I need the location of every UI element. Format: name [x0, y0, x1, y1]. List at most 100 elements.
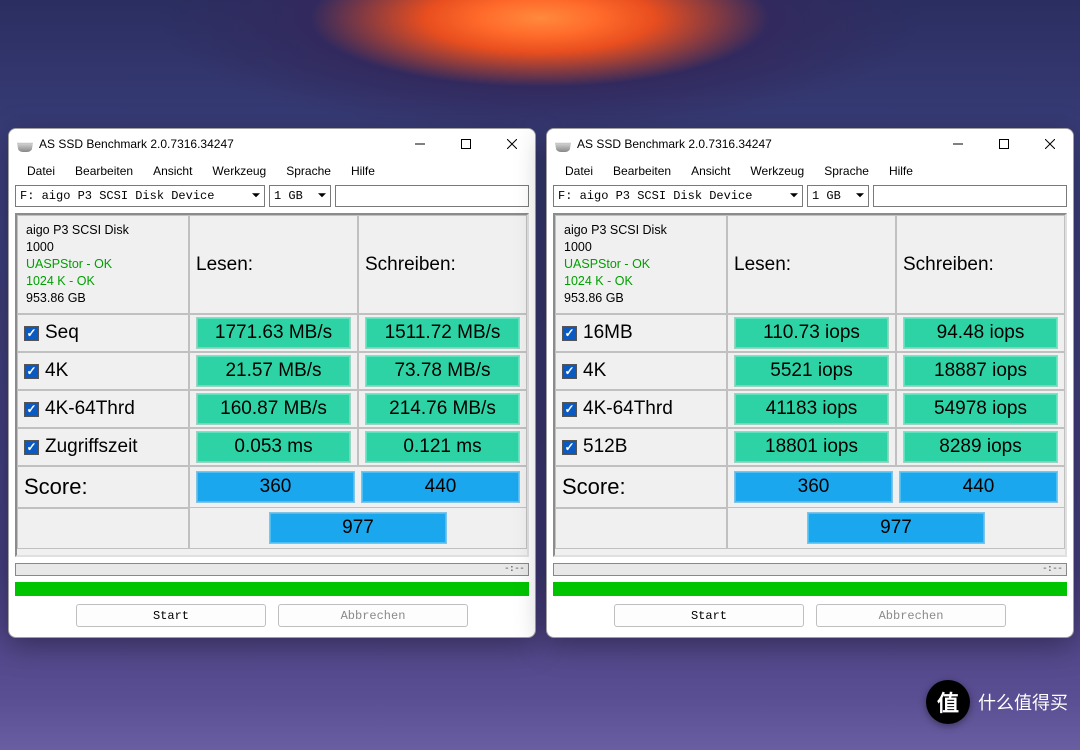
row-name: 4K-64Thrd: [45, 398, 135, 420]
write-value: 94.48 iops: [903, 317, 1058, 349]
row-checkbox[interactable]: [24, 402, 39, 417]
toolbar: F: aigo P3 SCSI Disk Device 1 GB: [547, 183, 1073, 213]
titlebar[interactable]: AS SSD Benchmark 2.0.7316.34247: [547, 129, 1073, 159]
col-write-header: Schreiben:: [358, 215, 527, 314]
size-select[interactable]: 1 GB: [269, 185, 331, 207]
extra-input[interactable]: [335, 185, 529, 207]
row-checkbox[interactable]: [562, 364, 577, 379]
read-value: 5521 iops: [734, 355, 889, 387]
read-value: 18801 iops: [734, 431, 889, 463]
menu-sprache[interactable]: Sprache: [276, 161, 341, 181]
drive-model: aigo P3 SCSI Disk: [26, 222, 129, 239]
results-panel: aigo P3 SCSI Disk 1000 UASPStor - OK 102…: [15, 213, 529, 557]
read-value: 21.57 MB/s: [196, 355, 351, 387]
score-read: 360: [196, 471, 355, 503]
drive-capacity: 953.86 GB: [26, 290, 86, 307]
menu-werkzeug[interactable]: Werkzeug: [202, 161, 276, 181]
menu-ansicht[interactable]: Ansicht: [143, 161, 202, 181]
score-pair: 360 440: [727, 466, 1065, 508]
score-read: 360: [734, 471, 893, 503]
results-panel: aigo P3 SCSI Disk 1000 UASPStor - OK 102…: [553, 213, 1067, 557]
row-label[interactable]: 16MB: [555, 314, 727, 352]
row-checkbox[interactable]: [24, 326, 39, 341]
row-checkbox[interactable]: [24, 440, 39, 455]
menu-bearbeiten[interactable]: Bearbeiten: [603, 161, 681, 181]
row-checkbox[interactable]: [562, 326, 577, 341]
drive-driver: UASPStor - OK: [564, 256, 650, 273]
score-total-cell: 977: [189, 508, 527, 549]
col-read-header: Lesen:: [727, 215, 896, 314]
drive-info: aigo P3 SCSI Disk 1000 UASPStor - OK 102…: [555, 215, 727, 314]
read-value: 110.73 iops: [734, 317, 889, 349]
menubar: DateiBearbeitenAnsichtWerkzeugSpracheHil…: [547, 159, 1073, 183]
row-label[interactable]: 512B: [555, 428, 727, 466]
menu-werkzeug[interactable]: Werkzeug: [740, 161, 814, 181]
write-value: 0.121 ms: [365, 431, 520, 463]
row-label[interactable]: 4K: [555, 352, 727, 390]
score-pair: 360 440: [189, 466, 527, 508]
progress-bar-2: [15, 582, 529, 596]
col-write-header: Schreiben:: [896, 215, 1065, 314]
drive-capacity: 953.86 GB: [564, 290, 624, 307]
window-title: AS SSD Benchmark 2.0.7316.34247: [39, 137, 397, 151]
app-window: AS SSD Benchmark 2.0.7316.34247 DateiBea…: [8, 128, 536, 638]
menu-hilfe[interactable]: Hilfe: [879, 161, 923, 181]
menu-hilfe[interactable]: Hilfe: [341, 161, 385, 181]
row-label[interactable]: 4K: [17, 352, 189, 390]
app-window: AS SSD Benchmark 2.0.7316.34247 DateiBea…: [546, 128, 1074, 638]
write-value: 54978 iops: [903, 393, 1058, 425]
score-label: Score:: [555, 466, 727, 508]
menu-datei[interactable]: Datei: [17, 161, 65, 181]
row-name: 4K: [583, 360, 606, 382]
menu-sprache[interactable]: Sprache: [814, 161, 879, 181]
progress-eta: -:--: [504, 563, 524, 574]
row-name: 4K: [45, 360, 68, 382]
close-button[interactable]: [1027, 129, 1073, 159]
maximize-button[interactable]: [443, 129, 489, 159]
row-label[interactable]: 4K-64Thrd: [555, 390, 727, 428]
abort-button[interactable]: Abbrechen: [816, 604, 1006, 627]
progress-bar-2: [553, 582, 1067, 596]
write-value: 214.76 MB/s: [365, 393, 520, 425]
titlebar[interactable]: AS SSD Benchmark 2.0.7316.34247: [9, 129, 535, 159]
maximize-button[interactable]: [981, 129, 1027, 159]
row-checkbox[interactable]: [562, 402, 577, 417]
size-select[interactable]: 1 GB: [807, 185, 869, 207]
row-label[interactable]: Zugriffszeit: [17, 428, 189, 466]
score-total-cell: 977: [727, 508, 1065, 549]
window-title: AS SSD Benchmark 2.0.7316.34247: [577, 137, 935, 151]
minimize-button[interactable]: [397, 129, 443, 159]
menu-ansicht[interactable]: Ansicht: [681, 161, 740, 181]
drive-align: 1024 K - OK: [26, 273, 95, 290]
row-label[interactable]: 4K-64Thrd: [17, 390, 189, 428]
row-label[interactable]: Seq: [17, 314, 189, 352]
row-checkbox[interactable]: [24, 364, 39, 379]
score-write: 440: [361, 471, 520, 503]
row-checkbox[interactable]: [562, 440, 577, 455]
drive-select[interactable]: F: aigo P3 SCSI Disk Device: [15, 185, 265, 207]
watermark-badge: 值: [926, 680, 970, 724]
drive-align: 1024 K - OK: [564, 273, 633, 290]
watermark-text: 什么值得买: [978, 689, 1068, 715]
drive-info: aigo P3 SCSI Disk 1000 UASPStor - OK 102…: [17, 215, 189, 314]
extra-input[interactable]: [873, 185, 1067, 207]
minimize-button[interactable]: [935, 129, 981, 159]
menu-bearbeiten[interactable]: Bearbeiten: [65, 161, 143, 181]
write-value: 73.78 MB/s: [365, 355, 520, 387]
drive-select[interactable]: F: aigo P3 SCSI Disk Device: [553, 185, 803, 207]
read-value: 0.053 ms: [196, 431, 351, 463]
close-button[interactable]: [489, 129, 535, 159]
abort-button[interactable]: Abbrechen: [278, 604, 468, 627]
row-name: Zugriffszeit: [45, 436, 138, 458]
score-write: 440: [899, 471, 1058, 503]
app-icon: [17, 136, 33, 152]
score-label: Score:: [17, 466, 189, 508]
drive-fw: 1000: [564, 239, 592, 256]
score-total: 977: [807, 512, 985, 544]
drive-model: aigo P3 SCSI Disk: [564, 222, 667, 239]
drive-fw: 1000: [26, 239, 54, 256]
progress-eta: -:--: [1042, 563, 1062, 574]
start-button[interactable]: Start: [76, 604, 266, 627]
menu-datei[interactable]: Datei: [555, 161, 603, 181]
start-button[interactable]: Start: [614, 604, 804, 627]
